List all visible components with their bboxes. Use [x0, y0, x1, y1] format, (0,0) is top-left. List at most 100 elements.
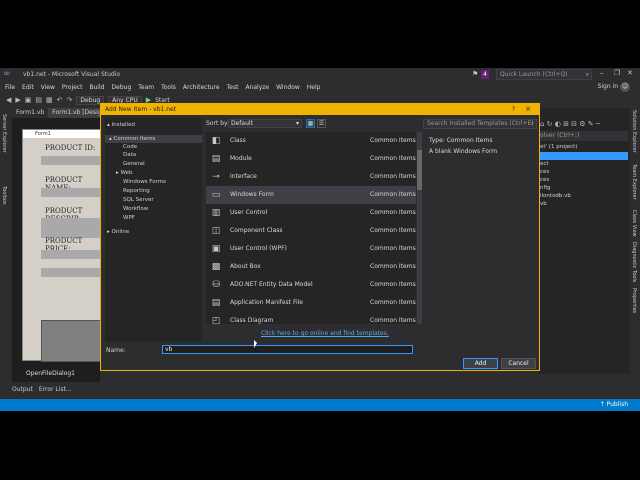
- tree-installed[interactable]: ▴ Installed: [107, 122, 135, 128]
- tree-item-workflow[interactable]: Workflow: [123, 206, 148, 212]
- sign-in-link[interactable]: Sign in: [598, 83, 618, 90]
- name-input[interactable]: vb: [162, 345, 413, 354]
- tree-item-windows-forms[interactable]: Windows Forms: [123, 179, 166, 185]
- tab-form1-code[interactable]: Form1.vb: [12, 108, 48, 118]
- dialog-close-button[interactable]: ×: [525, 104, 531, 115]
- list-view-icon[interactable]: ☰: [317, 119, 326, 128]
- tab-output[interactable]: Output: [12, 386, 33, 393]
- menu-tools[interactable]: Tools: [161, 84, 176, 91]
- menu-window[interactable]: Window: [276, 84, 300, 91]
- form1-preview[interactable]: Form1 PRODUCT ID: PRODUCT NAME: PRODUCT …: [22, 129, 103, 362]
- template-row-manifest[interactable]: ▤ Application Manifest File Common Items: [206, 294, 416, 312]
- menu-file[interactable]: File: [5, 84, 15, 91]
- mouse-cursor-icon: [254, 340, 257, 348]
- back-icon[interactable]: ◀: [6, 96, 11, 104]
- template-row-ado-net[interactable]: ⛁ ADO.NET Entity Data Model Common Items: [206, 276, 416, 294]
- menu-project[interactable]: Project: [62, 84, 83, 91]
- tree-common-items[interactable]: ▴ Common Items: [109, 136, 155, 142]
- properties-tab[interactable]: Properties: [631, 288, 637, 313]
- tree-item-general[interactable]: General: [123, 161, 145, 167]
- extra-textbox[interactable]: [41, 268, 103, 277]
- template-row-component-class[interactable]: ◫ Component Class Common Items: [206, 222, 416, 240]
- tab-error-list[interactable]: Error List...: [39, 386, 72, 393]
- solution-explorer-item[interactable]: et' (1 project): [540, 144, 577, 150]
- search-templates-placeholder: Search Installed Templates (Ctrl+E): [427, 120, 534, 127]
- redo-icon[interactable]: ↷: [67, 96, 73, 104]
- publish-button[interactable]: ↑ Publish: [600, 401, 628, 408]
- tree-item-web[interactable]: ▸ Web: [116, 170, 133, 176]
- solution-explorer-item[interactable]: ect: [540, 161, 549, 167]
- add-new-item-dialog: Add New Item - vb1.net ? × ▴ Installed ▴…: [100, 103, 540, 371]
- quick-launch-input[interactable]: Quick Launch (Ctrl+Q) ⌕: [496, 69, 592, 80]
- name-label: Name:: [106, 347, 126, 354]
- solution-explorer-tab[interactable]: Solution Explorer: [631, 110, 637, 153]
- tree-online[interactable]: ▸ Online: [107, 229, 129, 235]
- menu-help[interactable]: Help: [307, 84, 321, 91]
- status-bar: ↑ Publish: [0, 399, 640, 411]
- product-price-textbox[interactable]: [41, 250, 103, 259]
- undo-icon[interactable]: ↶: [57, 96, 63, 104]
- solution-explorer-item[interactable]: llontodb.vb: [540, 193, 571, 199]
- template-row-about-box[interactable]: ▩ About Box Common Items: [206, 258, 416, 276]
- solution-explorer-toolbar[interactable]: ⌂ ↻ ◐ ⊞ ⊟ ⚙ ✎ ─: [540, 120, 600, 128]
- template-list-scrollbar[interactable]: [417, 132, 422, 324]
- template-category: Common Items: [370, 137, 416, 144]
- menu-view[interactable]: View: [41, 84, 55, 91]
- toolbox-tab[interactable]: Toolbox: [1, 186, 7, 205]
- sort-by-dropdown[interactable]: Default ▾: [228, 119, 302, 128]
- profile-icon[interactable]: ☺: [620, 82, 630, 92]
- template-row-user-control[interactable]: ▥ User Control Common Items: [206, 204, 416, 222]
- menu-test[interactable]: Test: [227, 84, 239, 91]
- new-project-icon[interactable]: ▣: [25, 96, 32, 104]
- solution-explorer-item[interactable]: vb: [540, 201, 547, 207]
- product-id-textbox[interactable]: [41, 156, 103, 165]
- scrollbar-thumb[interactable]: [417, 150, 422, 190]
- save-icon[interactable]: ▦: [46, 96, 53, 104]
- template-row-class-diagram[interactable]: ◰ Class Diagram Common Items: [206, 312, 416, 324]
- tree-item-code[interactable]: Code: [123, 144, 137, 150]
- menu-team[interactable]: Team: [138, 84, 154, 91]
- team-explorer-tab[interactable]: Team Explorer: [631, 164, 637, 200]
- notification-badge[interactable]: 4: [481, 70, 489, 79]
- product-description-textbox[interactable]: [41, 218, 103, 238]
- cancel-button[interactable]: Cancel: [501, 358, 536, 369]
- add-button[interactable]: Add: [463, 358, 498, 369]
- template-row-user-control-wpf[interactable]: ▣ User Control (WPF) Common Items: [206, 240, 416, 258]
- server-explorer-tab[interactable]: Server Explorer: [1, 114, 7, 153]
- solution-explorer-item[interactable]: ces: [540, 177, 549, 183]
- minimize-icon[interactable]: –: [600, 69, 604, 77]
- maximize-icon[interactable]: ❐: [614, 69, 620, 77]
- menu-analyze[interactable]: Analyze: [245, 84, 269, 91]
- menu-debug[interactable]: Debug: [112, 84, 132, 91]
- template-row-module[interactable]: ▤ Module Common Items: [206, 150, 416, 168]
- product-name-textbox[interactable]: [41, 188, 103, 197]
- tree-item-data[interactable]: Data: [123, 152, 136, 158]
- grid-view-icon[interactable]: ▦: [306, 119, 315, 128]
- solution-explorer-search[interactable]: olver (Ctrl+;): [538, 131, 628, 141]
- solution-explorer-selected-row[interactable]: [538, 152, 628, 160]
- menu-build[interactable]: Build: [89, 84, 104, 91]
- tree-item-reporting[interactable]: Reporting: [123, 188, 150, 194]
- picture-box[interactable]: [41, 320, 103, 362]
- class-view-tab[interactable]: Class View: [631, 210, 637, 237]
- open-icon[interactable]: ▤: [35, 96, 42, 104]
- tree-item-sql-server[interactable]: SQL Server: [123, 197, 154, 203]
- diagnostic-tools-tab[interactable]: Diagnostic Tools: [631, 242, 637, 282]
- template-row-class[interactable]: ◧ Class Common Items: [206, 132, 416, 150]
- solution-explorer-item[interactable]: ces: [540, 169, 549, 175]
- help-button[interactable]: ?: [512, 104, 515, 115]
- template-row-interface[interactable]: ⊸ Interface Common Items: [206, 168, 416, 186]
- type-info: Type: Common Items: [429, 137, 492, 144]
- search-templates-input[interactable]: Search Installed Templates (Ctrl+E) ⌕: [423, 119, 537, 129]
- open-file-dialog-component[interactable]: OpenFileDialog1: [26, 370, 75, 377]
- tree-item-wpf[interactable]: WPF: [123, 215, 135, 221]
- solution-explorer-item[interactable]: nfig: [540, 185, 550, 191]
- close-icon[interactable]: ✕: [627, 69, 633, 77]
- menu-edit[interactable]: Edit: [22, 84, 34, 91]
- find-templates-online-link[interactable]: Click here to go online and find templat…: [261, 330, 389, 337]
- template-row-windows-form[interactable]: ▭ Windows Form Common Items: [206, 186, 416, 204]
- forward-icon[interactable]: ▶: [15, 96, 20, 104]
- template-name: Windows Form: [230, 191, 274, 198]
- notification-filter-icon[interactable]: ⚑: [472, 70, 478, 78]
- menu-architecture[interactable]: Architecture: [183, 84, 220, 91]
